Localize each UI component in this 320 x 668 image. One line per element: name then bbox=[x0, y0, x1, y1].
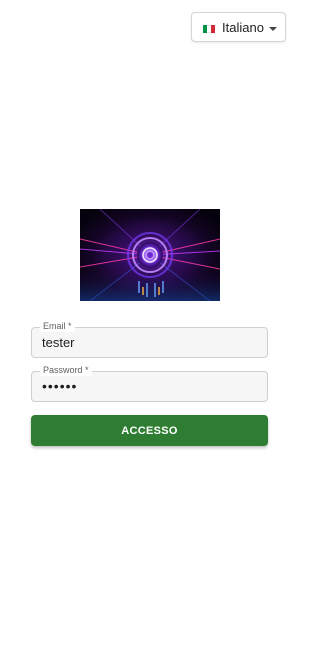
email-value: tester bbox=[42, 335, 75, 350]
login-page: Italiano Email * tester Password * •••••… bbox=[0, 0, 300, 668]
language-selector[interactable]: Italiano bbox=[191, 12, 286, 42]
italy-flag-icon bbox=[203, 25, 215, 33]
glowing-portal-image bbox=[80, 209, 220, 301]
caret-down-icon bbox=[269, 27, 277, 31]
hero-image bbox=[80, 209, 220, 301]
password-value: •••••• bbox=[42, 378, 78, 394]
password-label: Password * bbox=[40, 365, 92, 376]
language-label: Italiano bbox=[222, 20, 264, 35]
email-field[interactable]: Email * tester bbox=[31, 321, 268, 358]
email-label: Email * bbox=[40, 321, 75, 332]
password-field[interactable]: Password * •••••• bbox=[31, 365, 268, 402]
login-button[interactable]: ACCESSO bbox=[31, 415, 268, 446]
